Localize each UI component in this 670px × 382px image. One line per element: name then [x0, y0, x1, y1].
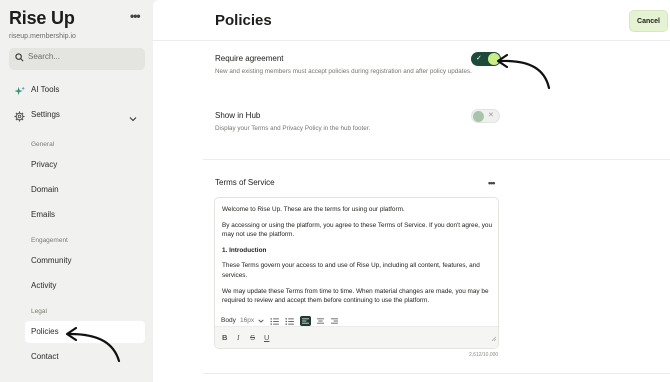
toggle-knob	[473, 111, 484, 122]
header-divider	[153, 40, 670, 41]
align-right-icon[interactable]	[329, 316, 340, 326]
page-title: Policies	[215, 12, 272, 29]
sidebar-item-privacy[interactable]: Privacy	[31, 160, 57, 169]
main-panel: Policies Cancel Require agreement New an…	[153, 0, 670, 382]
terms-title: Terms of Service	[215, 178, 275, 187]
search-icon	[15, 53, 24, 62]
search-box[interactable]	[9, 48, 145, 70]
cancel-button[interactable]: Cancel	[629, 10, 668, 32]
underline-icon[interactable]: U	[264, 333, 269, 342]
sidebar: Rise Up ••• riseup.membership.io AI Tool…	[0, 0, 153, 382]
sidebar-item-policies[interactable]: Policies	[31, 327, 59, 336]
require-agreement-description: New and existing members must accept pol…	[215, 68, 472, 75]
more-options-icon[interactable]: •••	[130, 9, 141, 23]
chevron-down-icon[interactable]	[255, 316, 266, 326]
toggle-knob	[488, 53, 500, 65]
font-size-select[interactable]: 16px	[240, 317, 254, 324]
terms-editor[interactable]: Welcome to Rise Up. These are the terms …	[214, 197, 499, 349]
resize-handle-icon[interactable]	[491, 328, 497, 346]
sparkle-icon	[14, 84, 25, 102]
show-in-hub-title: Show in Hub	[215, 111, 261, 120]
terms-more-options-icon[interactable]: •••	[488, 178, 496, 188]
terms-paragraph: Welcome to Rise Up. These are the terms …	[222, 206, 405, 213]
strikethrough-icon[interactable]: S	[250, 333, 255, 342]
align-left-icon[interactable]	[300, 316, 311, 326]
terms-heading: 1. Introduction	[222, 246, 267, 254]
sidebar-item-activity[interactable]: Activity	[31, 281, 56, 290]
search-input[interactable]	[28, 52, 138, 61]
check-icon: ✓	[476, 55, 482, 62]
bullet-list-icon[interactable]	[284, 316, 295, 326]
sidebar-item-contact[interactable]: Contact	[31, 352, 59, 361]
align-center-icon[interactable]	[315, 316, 326, 326]
terms-editor-content[interactable]: Welcome to Rise Up. These are the terms …	[222, 205, 494, 312]
section-divider	[203, 159, 670, 160]
section-engagement: Engagement	[31, 237, 68, 244]
terms-paragraph: These Terms govern your access to and us…	[222, 262, 480, 279]
gear-icon	[14, 109, 25, 127]
text-style-select[interactable]: Body	[221, 317, 236, 324]
show-in-hub-description: Display your Terms and Privacy Policy in…	[215, 125, 371, 132]
terms-paragraph: We may update these Terms from time to t…	[222, 287, 489, 305]
bold-icon[interactable]: B	[222, 333, 227, 342]
sidebar-item-community[interactable]: Community	[31, 256, 71, 265]
section-general: General	[31, 141, 55, 148]
close-icon: ✕	[488, 112, 494, 119]
numbered-list-icon[interactable]	[269, 316, 280, 326]
sidebar-item-settings[interactable]: Settings	[31, 110, 60, 119]
italic-icon[interactable]: I	[237, 333, 240, 342]
chevron-down-icon[interactable]	[129, 110, 137, 128]
format-bar: B I S U	[215, 326, 498, 348]
sidebar-item-domain[interactable]: Domain	[31, 185, 59, 194]
sidebar-item-emails[interactable]: Emails	[31, 210, 55, 219]
character-count: 2,612/10,000	[469, 352, 499, 358]
terms-paragraph: By accessing or using the platform, you …	[222, 221, 493, 239]
section-divider	[203, 373, 670, 374]
brand-title: Rise Up	[9, 8, 75, 28]
require-agreement-toggle[interactable]: ✓	[471, 52, 501, 66]
show-in-hub-toggle[interactable]: ✕	[471, 109, 500, 123]
require-agreement-title: Require agreement	[215, 54, 284, 63]
sidebar-item-ai-tools[interactable]: AI Tools	[31, 85, 59, 94]
brand-url: riseup.membership.io	[9, 33, 76, 40]
section-legal: Legal	[31, 308, 47, 315]
